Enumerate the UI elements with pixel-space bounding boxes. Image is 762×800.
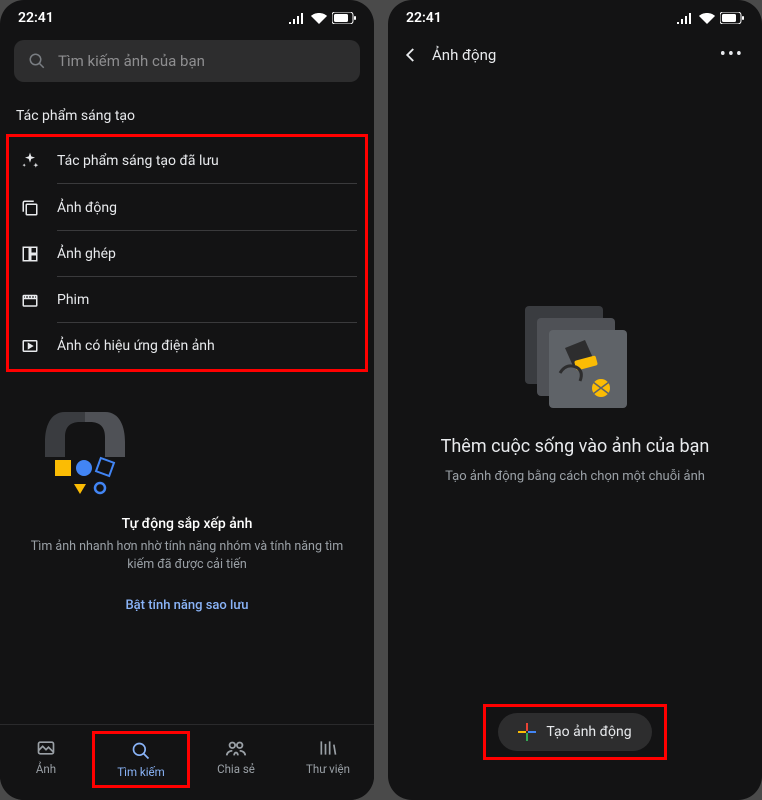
nav-photos[interactable]: Ảnh <box>0 731 92 788</box>
empty-sub: Tạo ảnh động bằng cách chọn một chuỗi ản… <box>445 469 705 484</box>
promo-sub: Tìm ảnh nhanh hơn nhờ tính năng nhóm và … <box>30 538 344 574</box>
nav-share[interactable]: Chia sẻ <box>190 731 282 788</box>
search-icon <box>28 52 46 70</box>
creations-list-highlight: Tác phẩm sáng tạo đã lưu Ảnh động Ảnh gh… <box>6 134 368 372</box>
backup-link[interactable]: Bật tính năng sao lưu <box>0 584 374 623</box>
header-title: Ảnh động <box>432 46 704 64</box>
search-placeholder: Tìm kiếm ảnh của bạn <box>58 52 205 70</box>
list-item-label: Ảnh ghép <box>57 246 357 277</box>
battery-icon <box>720 12 744 24</box>
wifi-icon <box>699 13 715 24</box>
promo-title: Tự động sắp xếp ảnh <box>30 516 344 532</box>
header: Ảnh động ••• <box>388 32 762 77</box>
cta-wrap: Tạo ảnh động <box>388 704 762 800</box>
nav-label: Chia sẻ <box>217 762 255 776</box>
nav-library[interactable]: Thư viện <box>282 731 374 788</box>
nav-label: Tìm kiếm <box>117 765 164 779</box>
list-item-label: Tác phẩm sáng tạo đã lưu <box>57 153 357 184</box>
list-item-movie[interactable]: Phim <box>9 277 365 323</box>
screen-search: 22:41 Tìm kiếm ảnh của bạn Tác phẩm sáng… <box>0 0 374 800</box>
search-input[interactable]: Tìm kiếm ảnh của bạn <box>14 40 360 82</box>
signal-icon <box>289 13 306 24</box>
list-item-label: Ảnh có hiệu ứng điện ảnh <box>57 338 357 368</box>
empty-illustration <box>515 298 635 408</box>
list-item-animation[interactable]: Ảnh động <box>9 185 365 231</box>
status-time: 22:41 <box>18 10 54 26</box>
status-icons <box>677 12 744 24</box>
share-icon <box>225 737 247 759</box>
plus-icon <box>518 723 536 741</box>
library-icon <box>318 737 338 759</box>
list-item-label: Ảnh động <box>57 200 357 231</box>
wifi-icon <box>311 13 327 24</box>
status-bar: 22:41 <box>0 0 374 32</box>
status-time: 22:41 <box>406 10 442 26</box>
promo-illustration <box>30 402 140 502</box>
list-item-cinematic[interactable]: Ảnh có hiệu ứng điện ảnh <box>9 323 365 369</box>
promo-block: Tự động sắp xếp ảnh Tìm ảnh nhanh hơn nh… <box>0 372 374 584</box>
empty-state: Thêm cuộc sống vào ảnh của bạn Tạo ảnh đ… <box>388 77 762 704</box>
nav-label: Thư viện <box>306 762 350 776</box>
list-item-label: Phim <box>57 292 357 323</box>
back-button[interactable] <box>402 46 420 64</box>
create-animation-button[interactable]: Tạo ảnh động <box>498 713 651 751</box>
cinematic-icon <box>19 337 41 355</box>
bottom-nav: Ảnh Tìm kiếm Chia sẻ Thư viện <box>0 724 374 800</box>
nav-search[interactable]: Tìm kiếm <box>92 731 190 788</box>
nav-label: Ảnh <box>36 762 56 776</box>
search-icon <box>131 740 151 762</box>
photos-icon <box>36 737 56 759</box>
status-bar: 22:41 <box>388 0 762 32</box>
list-item-collage[interactable]: Ảnh ghép <box>9 231 365 277</box>
collage-icon <box>19 245 41 263</box>
battery-icon <box>332 12 356 24</box>
more-button[interactable]: ••• <box>716 44 748 65</box>
list-item-saved-creations[interactable]: Tác phẩm sáng tạo đã lưu <box>9 137 365 185</box>
movie-icon <box>19 291 41 309</box>
animation-icon <box>19 199 41 217</box>
empty-title: Thêm cuộc sống vào ảnh của bạn <box>441 436 710 457</box>
status-icons <box>289 12 356 24</box>
sparkle-icon <box>19 151 41 171</box>
signal-icon <box>677 13 694 24</box>
screen-animation: 22:41 Ảnh động ••• Thêm cuộc sống vào ản… <box>388 0 762 800</box>
section-title: Tác phẩm sáng tạo <box>0 90 374 134</box>
cta-label: Tạo ảnh động <box>546 724 631 740</box>
cta-highlight: Tạo ảnh động <box>483 704 666 760</box>
